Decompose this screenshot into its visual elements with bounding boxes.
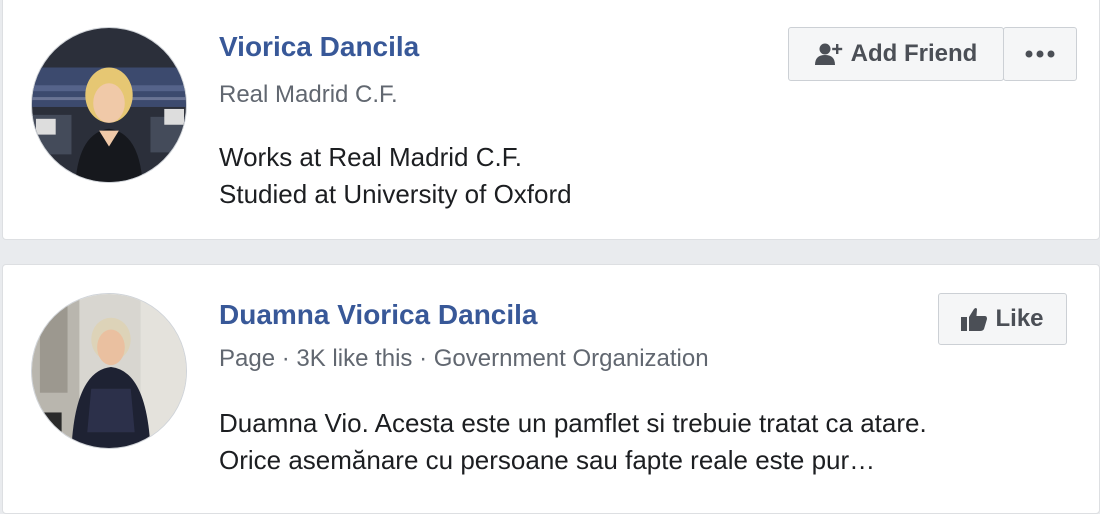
description-line-2: Orice asemănare cu persoane sau fapte re… <box>219 445 876 475</box>
detail-line-education: Studied at University of Oxford <box>219 179 572 209</box>
description-line-1: Duamna Vio. Acesta este un pamflet si tr… <box>219 408 927 438</box>
like-label: Like <box>995 305 1044 332</box>
add-friend-label: Add Friend <box>850 40 978 67</box>
profile-details: Works at Real Madrid C.F. Studied at Uni… <box>219 139 572 213</box>
page-subtitle: Page · 3K like this · Government Organiz… <box>219 345 709 372</box>
page-description: Duamna Vio. Acesta este un pamflet si tr… <box>219 405 927 479</box>
page-photo[interactable] <box>31 293 187 449</box>
like-page-button[interactable]: Like <box>938 293 1067 345</box>
profile-name-link[interactable]: Viorica Dancila <box>219 31 419 63</box>
profile-photo[interactable] <box>31 27 187 183</box>
more-icon <box>1025 50 1055 58</box>
search-result-card: Duamna Viorica Dancila Page · 3K like th… <box>2 264 1100 514</box>
thumbs-up-icon <box>961 307 988 331</box>
profile-subtitle: Real Madrid C.F. <box>219 81 398 108</box>
page-name-link[interactable]: Duamna Viorica Dancila <box>219 299 538 331</box>
add-friend-icon <box>814 42 843 66</box>
search-result-card: Viorica Dancila Real Madrid C.F. Works a… <box>2 0 1100 240</box>
add-friend-button[interactable]: Add Friend <box>788 27 1004 81</box>
more-options-button[interactable] <box>1003 27 1077 81</box>
detail-line-work: Works at Real Madrid C.F. <box>219 142 522 172</box>
